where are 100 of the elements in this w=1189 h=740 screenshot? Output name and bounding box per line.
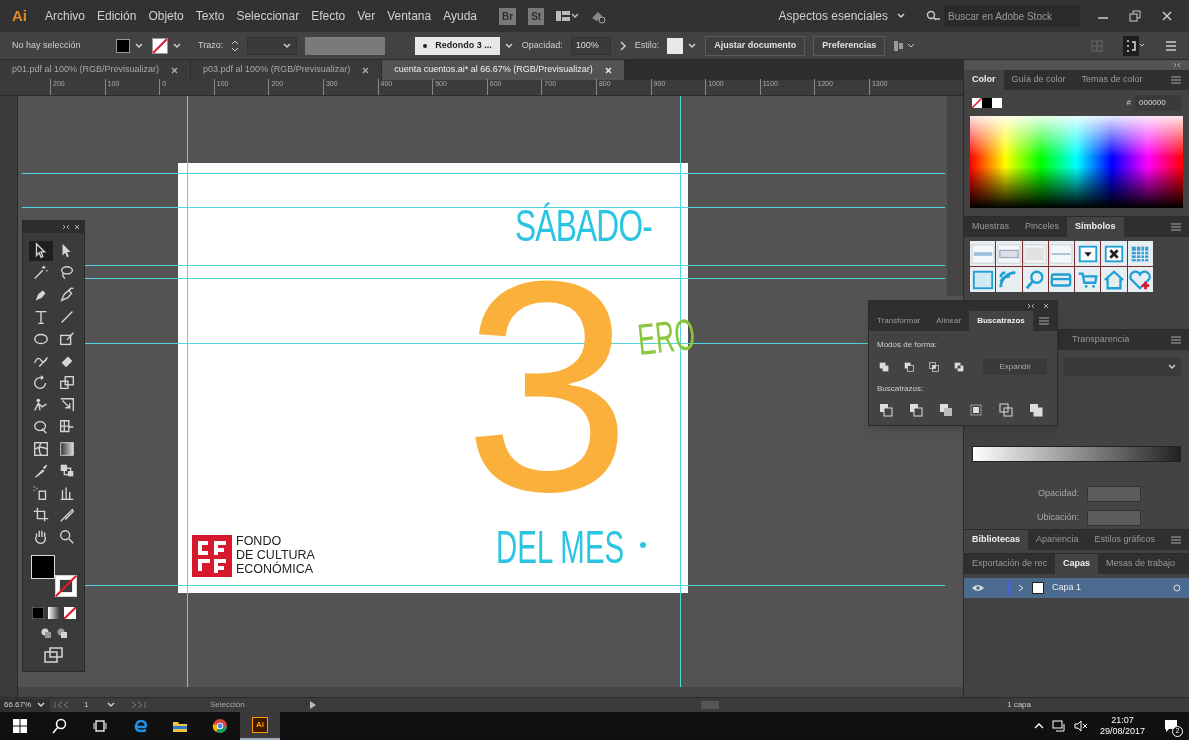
menu-item[interactable]: Ayuda bbox=[437, 3, 484, 29]
menu-item[interactable]: Efecto bbox=[305, 3, 352, 29]
panel-tab[interactable]: Apariencia bbox=[1028, 530, 1087, 550]
panel-menu-icon[interactable] bbox=[1171, 223, 1181, 231]
close-icon[interactable] bbox=[74, 224, 80, 230]
clock[interactable]: 21:07 29/08/2017 bbox=[1099, 715, 1145, 737]
panel-tab[interactable]: Estilos gráficos bbox=[1086, 530, 1164, 550]
menu-item[interactable]: Ver bbox=[351, 3, 382, 29]
panel-tab[interactable]: Capas bbox=[1055, 554, 1099, 574]
symbol-thumbnail[interactable] bbox=[996, 241, 1022, 266]
collapse-icon[interactable] bbox=[62, 224, 70, 230]
menu-item[interactable]: Edición bbox=[91, 3, 143, 29]
stroke-none-swatch[interactable] bbox=[152, 37, 168, 54]
panel-tab[interactable]: Guía de color bbox=[1003, 70, 1074, 90]
symbol-thumbnail[interactable] bbox=[996, 267, 1022, 292]
layout-icon[interactable] bbox=[556, 10, 579, 22]
workspace-switcher[interactable]: Aspectos esenciales bbox=[770, 4, 914, 28]
align-icon[interactable] bbox=[893, 38, 916, 53]
spinner-icon[interactable] bbox=[231, 38, 240, 53]
panel-tab[interactable]: Buscatrazos bbox=[969, 311, 1033, 331]
variable-width-field[interactable] bbox=[305, 36, 386, 55]
style-swatch[interactable] bbox=[667, 37, 684, 54]
opacity-field[interactable]: 100% bbox=[570, 36, 611, 55]
panel-tab[interactable]: Temas de color bbox=[1073, 70, 1151, 90]
fill-stroke-swatches[interactable] bbox=[972, 98, 1002, 108]
symbol-thumbnail[interactable] bbox=[1127, 241, 1153, 266]
gradient-mode-icon[interactable] bbox=[47, 607, 60, 619]
panel-tab[interactable]: Mesas de trabajo bbox=[1098, 554, 1184, 574]
color-mode-icon[interactable] bbox=[31, 607, 44, 619]
panel-tab[interactable]: Alinear bbox=[928, 311, 970, 331]
panel-tab[interactable]: Transformar bbox=[869, 311, 929, 331]
none-mode-icon[interactable] bbox=[63, 607, 76, 619]
panel-tab[interactable]: Color bbox=[964, 70, 1004, 90]
layer-row[interactable]: Capa 1 bbox=[964, 578, 1189, 598]
draw-mode-icon[interactable] bbox=[39, 627, 52, 639]
fill-swatch[interactable] bbox=[116, 38, 130, 53]
restore-icon[interactable] bbox=[1129, 10, 1141, 22]
chevron-up-icon[interactable] bbox=[1033, 722, 1044, 730]
collapse-icon[interactable] bbox=[1173, 62, 1181, 68]
artboard-field[interactable]: 1 bbox=[80, 698, 120, 712]
menu-item[interactable]: Ventana bbox=[381, 3, 438, 29]
panel-tab[interactable]: Símbolos bbox=[1067, 217, 1124, 237]
list-icon[interactable] bbox=[1165, 39, 1177, 52]
expand-button[interactable]: Expandir bbox=[983, 359, 1047, 375]
document-tab[interactable]: p01.pdf al 100% (RGB/Previsualizar) bbox=[0, 60, 192, 80]
eye-icon[interactable] bbox=[972, 584, 984, 592]
divide-icon[interactable] bbox=[879, 403, 893, 417]
symbol-thumbnail[interactable] bbox=[1101, 241, 1127, 266]
expand-icon[interactable] bbox=[1018, 584, 1024, 592]
location-field[interactable] bbox=[1087, 510, 1141, 526]
symbol-thumbnail[interactable] bbox=[1048, 241, 1075, 266]
panel-tab[interactable]: Exportación de rec bbox=[964, 554, 1056, 574]
search-field[interactable]: Buscar en Adobe Stock bbox=[944, 5, 1080, 27]
tool-button[interactable] bbox=[28, 241, 53, 261]
menu-item[interactable]: Texto bbox=[189, 3, 231, 29]
draw-mode-icon[interactable] bbox=[55, 627, 68, 639]
color-spectrum[interactable] bbox=[970, 116, 1183, 208]
menu-item[interactable]: Objeto bbox=[142, 3, 190, 29]
outline-icon[interactable] bbox=[999, 403, 1013, 417]
play-icon[interactable] bbox=[310, 701, 316, 709]
panel-tab[interactable]: Bibliotecas bbox=[964, 530, 1028, 550]
brush-dropdown[interactable]: Redondo 3 ... bbox=[415, 36, 500, 55]
volume-icon[interactable] bbox=[1073, 720, 1088, 732]
menu-item[interactable]: Archivo bbox=[39, 3, 91, 29]
close-icon[interactable] bbox=[362, 66, 370, 74]
crop-icon[interactable] bbox=[969, 403, 983, 417]
collapse-icon[interactable] bbox=[1027, 303, 1035, 309]
opacity-field[interactable] bbox=[1087, 486, 1141, 502]
unite-icon[interactable] bbox=[879, 360, 890, 374]
symbol-thumbnail[interactable] bbox=[1048, 267, 1075, 292]
taskbar-button[interactable]: Ai bbox=[240, 712, 280, 740]
exclude-icon[interactable] bbox=[954, 360, 965, 374]
toolbar-button[interactable]: Ajustar documento bbox=[705, 35, 806, 56]
zoom-dropdown[interactable]: 66.67% bbox=[0, 698, 50, 712]
panel-menu-icon[interactable] bbox=[1171, 336, 1181, 344]
close-icon[interactable] bbox=[1161, 10, 1173, 22]
trim-icon[interactable] bbox=[909, 403, 923, 417]
scrollbar-thumb[interactable] bbox=[701, 701, 719, 709]
hex-field[interactable]: 000000 bbox=[1135, 95, 1181, 111]
close-icon[interactable] bbox=[171, 66, 179, 74]
vertical-scrollbar[interactable] bbox=[947, 96, 963, 296]
symbol-thumbnail[interactable] bbox=[1127, 267, 1153, 292]
document-tab[interactable]: cuenta cuentos.ai* al 66.67% (RGB/Previsualizar) bbox=[382, 60, 625, 80]
toolbar-button[interactable]: Preferencias bbox=[813, 35, 886, 56]
minus-back-icon[interactable] bbox=[1029, 403, 1043, 417]
screen-mode-icon[interactable] bbox=[43, 647, 64, 663]
symbol-thumbnail[interactable] bbox=[1075, 241, 1101, 266]
symbol-thumbnail[interactable] bbox=[1022, 241, 1048, 266]
horizontal-scrollbar[interactable] bbox=[18, 687, 963, 697]
panel-tab[interactable]: Pinceles bbox=[1017, 217, 1068, 237]
symbol-thumbnail[interactable] bbox=[970, 267, 996, 292]
stroke-none-swatch[interactable] bbox=[54, 575, 77, 597]
panel-menu-icon[interactable] bbox=[1171, 76, 1181, 84]
close-icon[interactable] bbox=[1043, 303, 1049, 309]
menu-item[interactable]: Seleccionar bbox=[230, 3, 306, 29]
target-icon[interactable] bbox=[1173, 584, 1181, 592]
panel-menu-icon[interactable] bbox=[1171, 536, 1181, 544]
symbol-thumbnail[interactable] bbox=[1101, 267, 1127, 292]
intersect-icon[interactable] bbox=[929, 360, 940, 374]
minus-front-icon[interactable] bbox=[904, 360, 915, 374]
